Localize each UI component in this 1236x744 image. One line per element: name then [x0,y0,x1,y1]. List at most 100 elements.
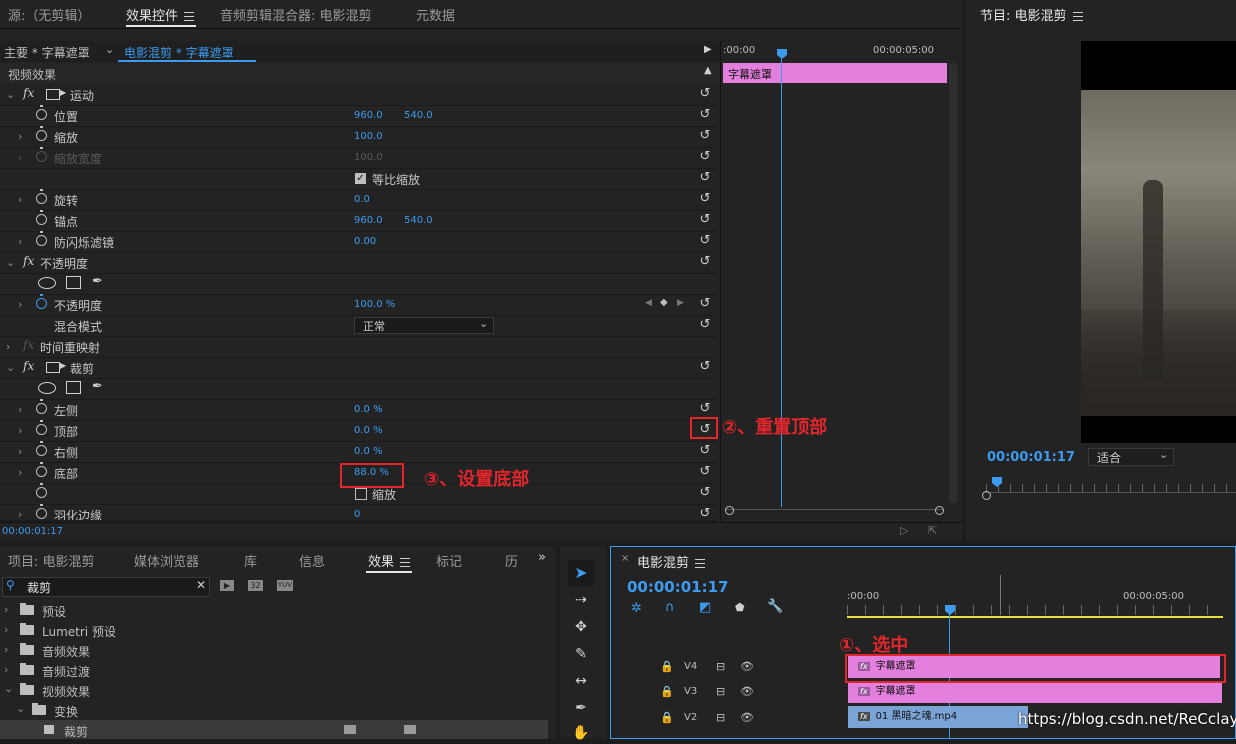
rectangle-mask-icon[interactable] [66,381,81,394]
export-icon[interactable]: ⇱ [928,524,937,537]
timeline-title[interactable]: 电影混剪 [637,552,706,571]
tree-item-presets[interactable]: › 预设 [0,600,548,620]
anchor-y-value[interactable]: 540.0 [404,215,433,226]
scroll-handle-right-icon[interactable] [935,506,944,515]
tab-effect-controls[interactable]: 效果控件 [126,5,195,24]
expand-chevron-icon[interactable]: › [18,424,22,437]
razor-tool-button[interactable]: ✎ [570,643,592,665]
fit-select[interactable]: 适合 ⌄ [1088,448,1174,466]
show-timeline-arrow-icon[interactable]: ▶ [704,44,712,55]
expand-chevron-icon[interactable]: ⌄ [6,88,15,101]
crop-left-value[interactable]: 0.0 % [354,404,383,415]
lock-icon[interactable]: 🔒 [660,660,674,673]
expand-chevron-icon[interactable]: › [18,130,22,143]
ellipse-mask-icon[interactable] [38,277,56,289]
stopwatch-icon[interactable] [36,210,47,225]
tab-media-browser[interactable]: 媒体浏览器 [134,551,199,570]
settings-wrench-icon[interactable]: 🔧 [767,599,783,614]
panel-menu-icon[interactable] [184,12,195,21]
lock-icon[interactable]: 🔒 [660,685,674,698]
expand-chevron-icon[interactable]: › [18,235,22,248]
reset-icon[interactable]: ↺ [698,108,712,122]
expand-chevron-icon[interactable]: ⌄ [6,361,15,374]
expand-chevron-icon[interactable]: ⌄ [4,682,13,695]
snap-magnet-icon[interactable]: ∩ [665,600,675,615]
sync-lock-icon[interactable]: ⊟ [716,711,725,724]
program-monitor-title[interactable]: 节目: 电影混剪 [980,5,1083,24]
zoom-checkbox[interactable] [355,488,367,500]
stopwatch-icon[interactable] [36,504,47,519]
clip-v2-video[interactable]: fx 01 黑暗之魂.mp4 [848,706,1028,728]
effect-row-opacity-group[interactable]: ⌄ fx 不透明度 ↺ [0,252,716,274]
position-y-value[interactable]: 540.0 [404,110,433,121]
tree-item-lumetri-presets[interactable]: › Lumetri 预设 [0,620,548,640]
program-ruler[interactable] [986,484,1236,493]
hand-tool-button[interactable]: ✋ [570,722,592,744]
feather-value[interactable]: 0 [354,509,360,520]
close-icon[interactable]: × [621,553,629,564]
scroll-handle-icon[interactable] [982,491,991,500]
stopwatch-icon[interactable] [36,126,47,141]
reset-icon[interactable]: ↺ [698,129,712,143]
stopwatch-icon[interactable] [36,189,47,204]
slip-tool-button[interactable]: ↔ [570,670,592,692]
program-timecode[interactable]: 00:00:01:17 [987,450,1075,465]
ellipse-mask-icon[interactable] [38,382,56,394]
work-area-bar[interactable] [847,616,1223,618]
fx-icon[interactable]: fx [23,359,34,373]
tab-libraries[interactable]: 库 [244,551,257,570]
tab-info[interactable]: 信息 [299,551,325,570]
effects-search[interactable]: ⚲ 裁剪 ✕ [2,577,210,597]
pen-tool-button[interactable]: ✒ [570,697,592,719]
crop-top-value[interactable]: 0.0 % [354,425,383,436]
timeline-timecode[interactable]: 00:00:01:17 [627,578,729,596]
tab-effects[interactable]: 效果 [368,551,411,570]
reset-icon[interactable]: ↺ [698,318,712,332]
tree-item-audio-effects[interactable]: › 音频效果 [0,640,548,660]
add-marker-icon[interactable]: ⬟ [735,601,745,614]
eye-icon[interactable]: 👁 [740,711,754,724]
tab-markers[interactable]: 标记 [436,551,462,570]
clear-search-icon[interactable]: ✕ [196,578,206,592]
linked-selection-icon[interactable]: ◩ [699,600,711,615]
expand-chevron-icon[interactable]: ⌄ [16,702,25,715]
panel-menu-icon[interactable] [400,558,411,567]
position-x-value[interactable]: 960.0 [354,110,383,121]
reset-icon[interactable]: ↺ [698,255,712,269]
expand-chevron-icon[interactable]: › [18,403,22,416]
rectangle-mask-icon[interactable] [66,276,81,289]
32bit-effects-icon[interactable]: 32 [248,580,263,591]
reset-icon[interactable]: ↺ [698,150,712,164]
reset-icon[interactable]: ↺ [698,297,712,311]
sync-lock-icon[interactable]: ⊟ [716,660,725,673]
tree-item-video-effects[interactable]: ⌄ 视频效果 [0,680,548,700]
reset-icon[interactable]: ↺ [698,507,712,521]
stopwatch-icon[interactable] [36,294,47,309]
accelerated-effects-icon[interactable]: ▶ [220,580,234,591]
stopwatch-icon[interactable] [36,420,47,435]
filter-icon[interactable]: ▷ [900,524,908,537]
antiflicker-value[interactable]: 0.00 [354,236,376,247]
fx-icon[interactable]: fx [23,86,34,100]
reset-icon[interactable]: ↺ [698,213,712,227]
eye-icon[interactable]: 👁 [740,660,754,673]
reset-icon[interactable]: ↺ [698,234,712,248]
footer-timecode[interactable]: 00:00:01:17 [2,526,63,537]
expand-chevron-icon[interactable]: › [18,445,22,458]
selection-tool-button[interactable]: ➤ [568,560,594,586]
reset-icon[interactable]: ↺ [698,486,712,500]
scale-value[interactable]: 100.0 [354,131,383,142]
nest-icon[interactable]: ✲ [631,601,642,616]
reset-icon[interactable]: ↺ [698,402,712,416]
panel-menu-icon[interactable] [1072,12,1083,21]
pen-mask-icon[interactable]: ✒ [92,379,103,394]
stopwatch-icon[interactable] [36,441,47,456]
reset-icon[interactable]: ↺ [698,360,712,374]
lock-icon[interactable]: 🔒 [660,711,674,724]
stopwatch-icon[interactable] [36,462,47,477]
stopwatch-icon[interactable] [36,399,47,414]
more-tabs-icon[interactable]: » [538,550,546,565]
expand-chevron-icon[interactable]: › [4,623,8,636]
effect-row-motion[interactable]: ⌄ fx ▶ 运动 ↺ [0,84,716,106]
effect-row-crop[interactable]: ⌄ fx ▶ 裁剪 ↺ [0,357,716,379]
